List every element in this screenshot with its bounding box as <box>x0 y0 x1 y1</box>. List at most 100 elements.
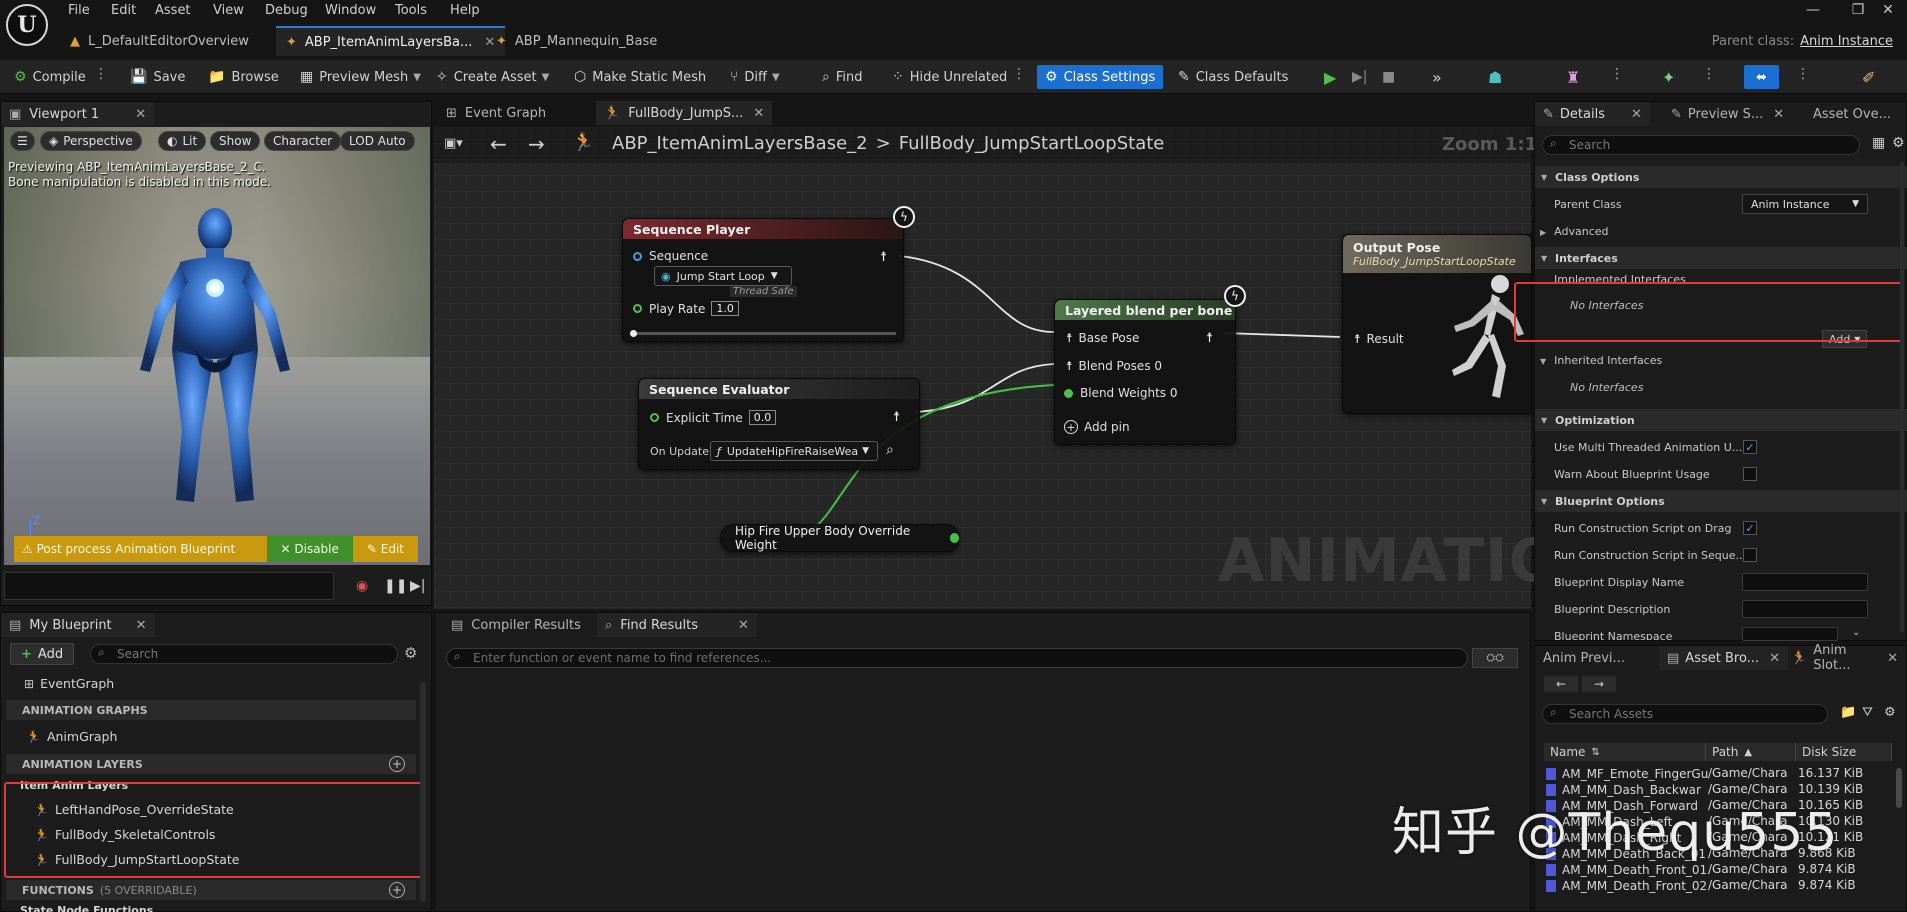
doctab-level[interactable]: ▲ L_DefaultEditorOverview <box>60 26 259 56</box>
compile-button[interactable]: ⚙ Compile <box>10 65 90 89</box>
doctab-abp-item-anim-layers[interactable]: ✦ ABP_ItemAnimLayersBa... ✕ <box>276 26 506 56</box>
blend-weights-pin[interactable]: Blend Weights 0 <box>1064 386 1178 400</box>
add-pin-button[interactable]: + Add pin <box>1064 420 1130 434</box>
unreal-logo-icon[interactable]: U <box>6 4 48 46</box>
tab-anim-preview[interactable]: Anim Previ... <box>1535 646 1633 670</box>
add-button[interactable]: + Add <box>10 643 75 665</box>
mesh-mode-icon[interactable]: ♜ <box>1562 65 1584 89</box>
browse-button[interactable]: 📁 Browse <box>204 65 283 89</box>
tab-find-results[interactable]: ⌕ Find Results ✕ <box>597 613 757 637</box>
settings-gear-icon[interactable]: ⚙ <box>1892 135 1905 151</box>
pose-input-pin-icon[interactable]: ☨ <box>1354 332 1361 346</box>
settings-gear-icon[interactable]: ⚙ <box>1884 705 1896 720</box>
close-tab-icon[interactable]: ✕ <box>1631 107 1642 122</box>
add-layer-icon[interactable]: + <box>389 756 405 772</box>
play-forward-icon[interactable]: ▶| <box>410 578 425 594</box>
character-button[interactable]: Character <box>264 131 342 151</box>
add-function-icon[interactable]: + <box>389 882 405 898</box>
back-arrow-icon[interactable]: ← <box>1544 676 1578 692</box>
menu-file[interactable]: File <box>68 3 90 18</box>
close-tab-icon[interactable]: ✕ <box>738 618 749 633</box>
blend-weights-pin-dot[interactable] <box>1064 388 1073 398</box>
explicit-time-value[interactable]: 0.0 <box>748 410 777 425</box>
create-asset-button[interactable]: ✧ Create Asset ▼ <box>432 65 553 89</box>
menu-help[interactable]: Help <box>450 3 480 18</box>
close-tab-icon[interactable]: ✕ <box>1773 107 1784 122</box>
bp-namespace-input[interactable] <box>1742 627 1838 641</box>
tab-asset-browser[interactable]: ▤ Asset Bro... ✕ <box>1659 646 1788 670</box>
hip-fire-output-pin[interactable] <box>949 533 959 543</box>
filter-icon[interactable]: ⛛ <box>1862 705 1873 720</box>
step-icon[interactable]: ▶| <box>1348 65 1371 89</box>
blueprint-options-icon[interactable]: ⋮ <box>1796 66 1810 82</box>
tab-preview-scene[interactable]: ✎ Preview S... ✕ <box>1663 102 1792 126</box>
tab-event-graph[interactable]: ⊞ Event Graph <box>438 101 554 125</box>
play-progress-handle[interactable] <box>630 330 637 337</box>
class-settings-button[interactable]: ⚙ Class Settings <box>1037 65 1164 89</box>
my-blueprint-search-input[interactable]: Search <box>90 644 398 664</box>
section-animation-graphs[interactable]: ANIMATION GRAPHS <box>6 700 416 720</box>
advanced-toggle[interactable]: ▶ Advanced <box>1540 225 1609 238</box>
pose-input-pin-icon[interactable]: ☨ <box>1066 359 1073 373</box>
record-icon[interactable]: ◉ <box>356 578 368 594</box>
lit-button[interactable]: ◐ Lit <box>158 131 207 151</box>
sequence-asset-dropdown[interactable]: ◉ Jump Start Loop ▼ <box>654 266 792 286</box>
tab-asset-overview[interactable]: Asset Ove... <box>1805 102 1899 126</box>
chevron-down-icon[interactable]: ⌄ <box>1852 627 1860 638</box>
close-tab-icon[interactable]: ✕ <box>753 106 764 121</box>
menu-view[interactable]: View <box>213 3 244 18</box>
bp-description-input[interactable] <box>1742 600 1868 618</box>
save-button[interactable]: 💾 Save <box>126 65 189 89</box>
column-name-header[interactable]: Name ⇅ <box>1544 743 1706 761</box>
minimize-icon[interactable]: — <box>1793 2 1833 22</box>
more-options-icon[interactable]: ⋮ <box>1012 66 1026 82</box>
find-references-input[interactable]: Enter function or event name to find ref… <box>446 648 1468 668</box>
event-graph-item[interactable]: ⊞ EventGraph <box>24 676 114 691</box>
close-tab-icon[interactable]: ✕ <box>1769 651 1780 666</box>
forward-arrow-icon[interactable]: → <box>1582 676 1616 692</box>
menu-edit[interactable]: Edit <box>111 3 136 18</box>
section-animation-layers[interactable]: ANIMATION LAYERS <box>6 754 416 774</box>
details-scrollbar[interactable] <box>1900 162 1904 632</box>
play-rate-value[interactable]: 1.0 <box>711 301 739 316</box>
find-in-all-blueprints-button[interactable]: ⛭⛭ <box>1472 648 1518 668</box>
perspective-button[interactable]: ◈ Perspective <box>40 131 142 151</box>
play-icon[interactable]: ▶ <box>1320 65 1340 89</box>
explicit-time-pin-dot[interactable] <box>650 413 659 422</box>
table-row[interactable]: AM_MF_Emote_FingerGu/Game/Chara 16.137 Ki… <box>1546 766 1892 782</box>
asset-list-scrollbar[interactable] <box>1896 768 1902 808</box>
play-rate-pin-dot[interactable] <box>633 304 642 313</box>
my-blueprint-scrollbar[interactable] <box>420 682 426 902</box>
state-node-functions-group[interactable]: State Node Functions <box>20 904 153 912</box>
table-row[interactable]: AM_MM_Death_Front_02/Game/Chara 9.874 KiB <box>1546 878 1892 894</box>
column-path-header[interactable]: Path ▲ <box>1706 743 1796 761</box>
search-icon[interactable]: ⌕ <box>886 442 894 458</box>
tab-details[interactable]: ✎ Details ✕ <box>1535 102 1650 126</box>
anim-graph-item[interactable]: 🏃 AnimGraph <box>26 729 117 744</box>
pose-input-pin-icon[interactable]: ☨ <box>1066 331 1073 345</box>
animation-mode-icon[interactable]: ✦ <box>1658 65 1679 89</box>
close-icon[interactable]: ✕ <box>1868 2 1907 22</box>
folder-icon[interactable]: 📁 <box>1840 705 1856 720</box>
column-size-header[interactable]: Disk Size <box>1796 743 1892 761</box>
animation-timeline[interactable] <box>4 572 334 600</box>
my-blueprint-tab[interactable]: ▤ My Blueprint ✕ <box>1 613 155 637</box>
lod-auto-button[interactable]: LOD Auto <box>340 131 415 151</box>
on-update-function-dropdown[interactable]: ƒ UpdateHipFireRaiseWea ▼ <box>710 441 878 461</box>
tab-anim-slot[interactable]: 🏃 Anim Slot... ✕ <box>1783 643 1906 673</box>
run-in-sequencer-checkbox[interactable] <box>1743 548 1757 562</box>
viewport-tab[interactable]: ▣ Viewport 1 ✕ <box>1 102 155 126</box>
play-rate-pin[interactable]: Play Rate 1.0 <box>633 301 739 316</box>
menu-asset[interactable]: Asset <box>155 3 191 18</box>
sequence-pin-dot[interactable] <box>633 251 642 261</box>
hip-fire-weight-node[interactable]: Hip Fire Upper Body Override Weight <box>720 524 960 552</box>
compile-options-icon[interactable]: ⋮ <box>94 66 108 82</box>
hide-unrelated-button[interactable]: ⁘ Hide Unrelated <box>888 65 1011 89</box>
pause-icon[interactable]: ❚❚ <box>384 578 407 594</box>
doctab-abp-mannequin[interactable]: ✦ ABP_Mannequin_Base <box>486 26 667 56</box>
menu-debug[interactable]: Debug <box>265 3 308 18</box>
inherited-interfaces-toggle[interactable]: ▼ Inherited Interfaces <box>1540 354 1662 367</box>
sequence-pin[interactable]: Sequence <box>633 249 708 263</box>
edit-post-process-button[interactable]: ✎ Edit <box>353 542 418 556</box>
section-functions[interactable]: FUNCTIONS (5 OVERRIDABLE) <box>6 880 416 900</box>
